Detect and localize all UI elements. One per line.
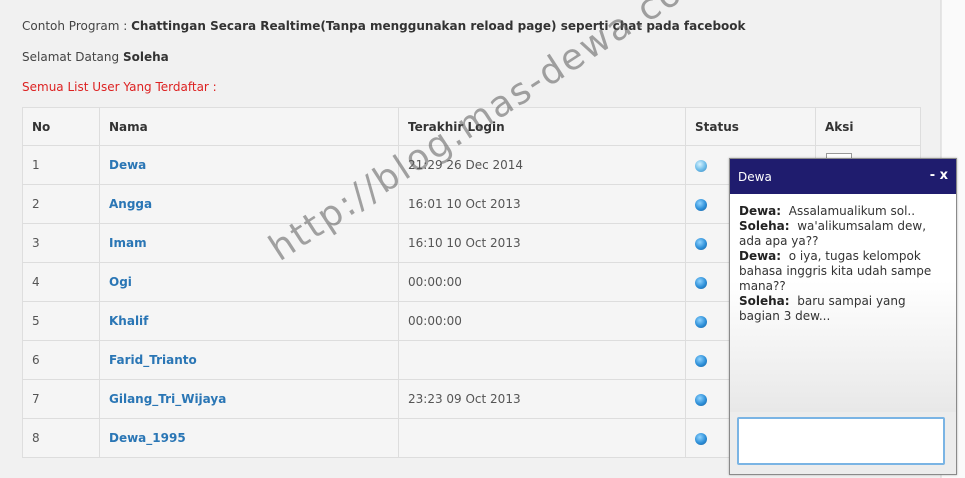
chat-message-input[interactable] xyxy=(737,417,945,465)
row-no: 4 xyxy=(22,262,100,302)
chat-messages: Dewa: Assalamualikum sol.. Soleha: wa'al… xyxy=(730,194,956,412)
last-login: 16:01 10 Oct 2013 xyxy=(398,184,686,224)
last-login: 23:23 09 Oct 2013 xyxy=(398,379,686,419)
user-name-link[interactable]: Dewa_1995 xyxy=(99,418,399,458)
header-nama: Nama xyxy=(99,107,399,146)
user-name-link[interactable]: Gilang_Tri_Wijaya xyxy=(99,379,399,419)
user-name-link[interactable]: Imam xyxy=(99,223,399,263)
globe-icon xyxy=(695,315,707,328)
header-terakhir-login: Terakhir Login xyxy=(398,107,686,146)
last-login: 00:00:00 xyxy=(398,301,686,341)
chat-message: Soleha: wa'alikumsalam dew, ada apa ya?? xyxy=(739,219,947,249)
header-aksi: Aksi xyxy=(815,107,921,146)
message-sender: Soleha: xyxy=(739,219,790,233)
chat-input-area xyxy=(730,412,956,474)
program-line: Contoh Program : Chattingan Secara Realt… xyxy=(22,19,746,33)
chat-header[interactable]: Dewa - x xyxy=(730,159,956,194)
globe-icon xyxy=(695,432,707,445)
row-no: 8 xyxy=(22,418,100,458)
last-login: 16:10 10 Oct 2013 xyxy=(398,223,686,263)
user-name-link[interactable]: Khalif xyxy=(99,301,399,341)
user-name-link[interactable]: Angga xyxy=(99,184,399,224)
chat-minimize-close-controls[interactable]: - x xyxy=(930,168,948,183)
row-no: 2 xyxy=(22,184,100,224)
chat-title: Dewa xyxy=(738,170,772,184)
globe-icon xyxy=(695,237,707,250)
message-sender: Soleha: xyxy=(739,294,790,308)
last-login: 00:00:00 xyxy=(398,262,686,302)
last-login xyxy=(398,418,686,458)
row-no: 7 xyxy=(22,379,100,419)
last-login: 21:29 26 Dec 2014 xyxy=(398,145,686,185)
welcome-line: Selamat Datang Soleha xyxy=(22,50,169,64)
row-no: 1 xyxy=(22,145,100,185)
welcome-label: Selamat Datang xyxy=(22,50,120,64)
header-status: Status xyxy=(685,107,816,146)
last-login xyxy=(398,340,686,380)
globe-icon xyxy=(695,276,707,289)
program-label: Contoh Program : xyxy=(22,19,128,33)
table-header-row: No Nama Terakhir Login Status Aksi xyxy=(22,107,921,146)
welcome-user: Soleha xyxy=(122,50,169,64)
chat-message: Dewa: Assalamualikum sol.. xyxy=(739,204,947,219)
header-no: No xyxy=(22,107,100,146)
message-sender: Dewa: xyxy=(739,204,782,218)
user-name-link[interactable]: Ogi xyxy=(99,262,399,302)
program-title: Chattingan Secara Realtime(Tanpa menggun… xyxy=(131,19,746,33)
chat-window: Dewa - x Dewa: Assalamualikum sol.. Sole… xyxy=(729,158,957,475)
user-name-link[interactable]: Farid_Trianto xyxy=(99,340,399,380)
row-no: 5 xyxy=(22,301,100,341)
row-no: 6 xyxy=(22,340,100,380)
message-sender: Dewa: xyxy=(739,249,782,263)
online-globe-icon xyxy=(695,159,707,172)
chat-message: Dewa: o iya, tugas kelompok bahasa inggr… xyxy=(739,249,947,294)
globe-icon xyxy=(695,198,707,211)
globe-icon xyxy=(695,393,707,406)
message-text: Assalamualikum sol.. xyxy=(788,204,916,218)
user-list-heading: Semua List User Yang Terdaftar : xyxy=(22,80,217,94)
row-no: 3 xyxy=(22,223,100,263)
globe-icon xyxy=(695,354,707,367)
chat-message: Soleha: baru sampai yang bagian 3 dew... xyxy=(739,294,947,324)
user-name-link[interactable]: Dewa xyxy=(99,145,399,185)
